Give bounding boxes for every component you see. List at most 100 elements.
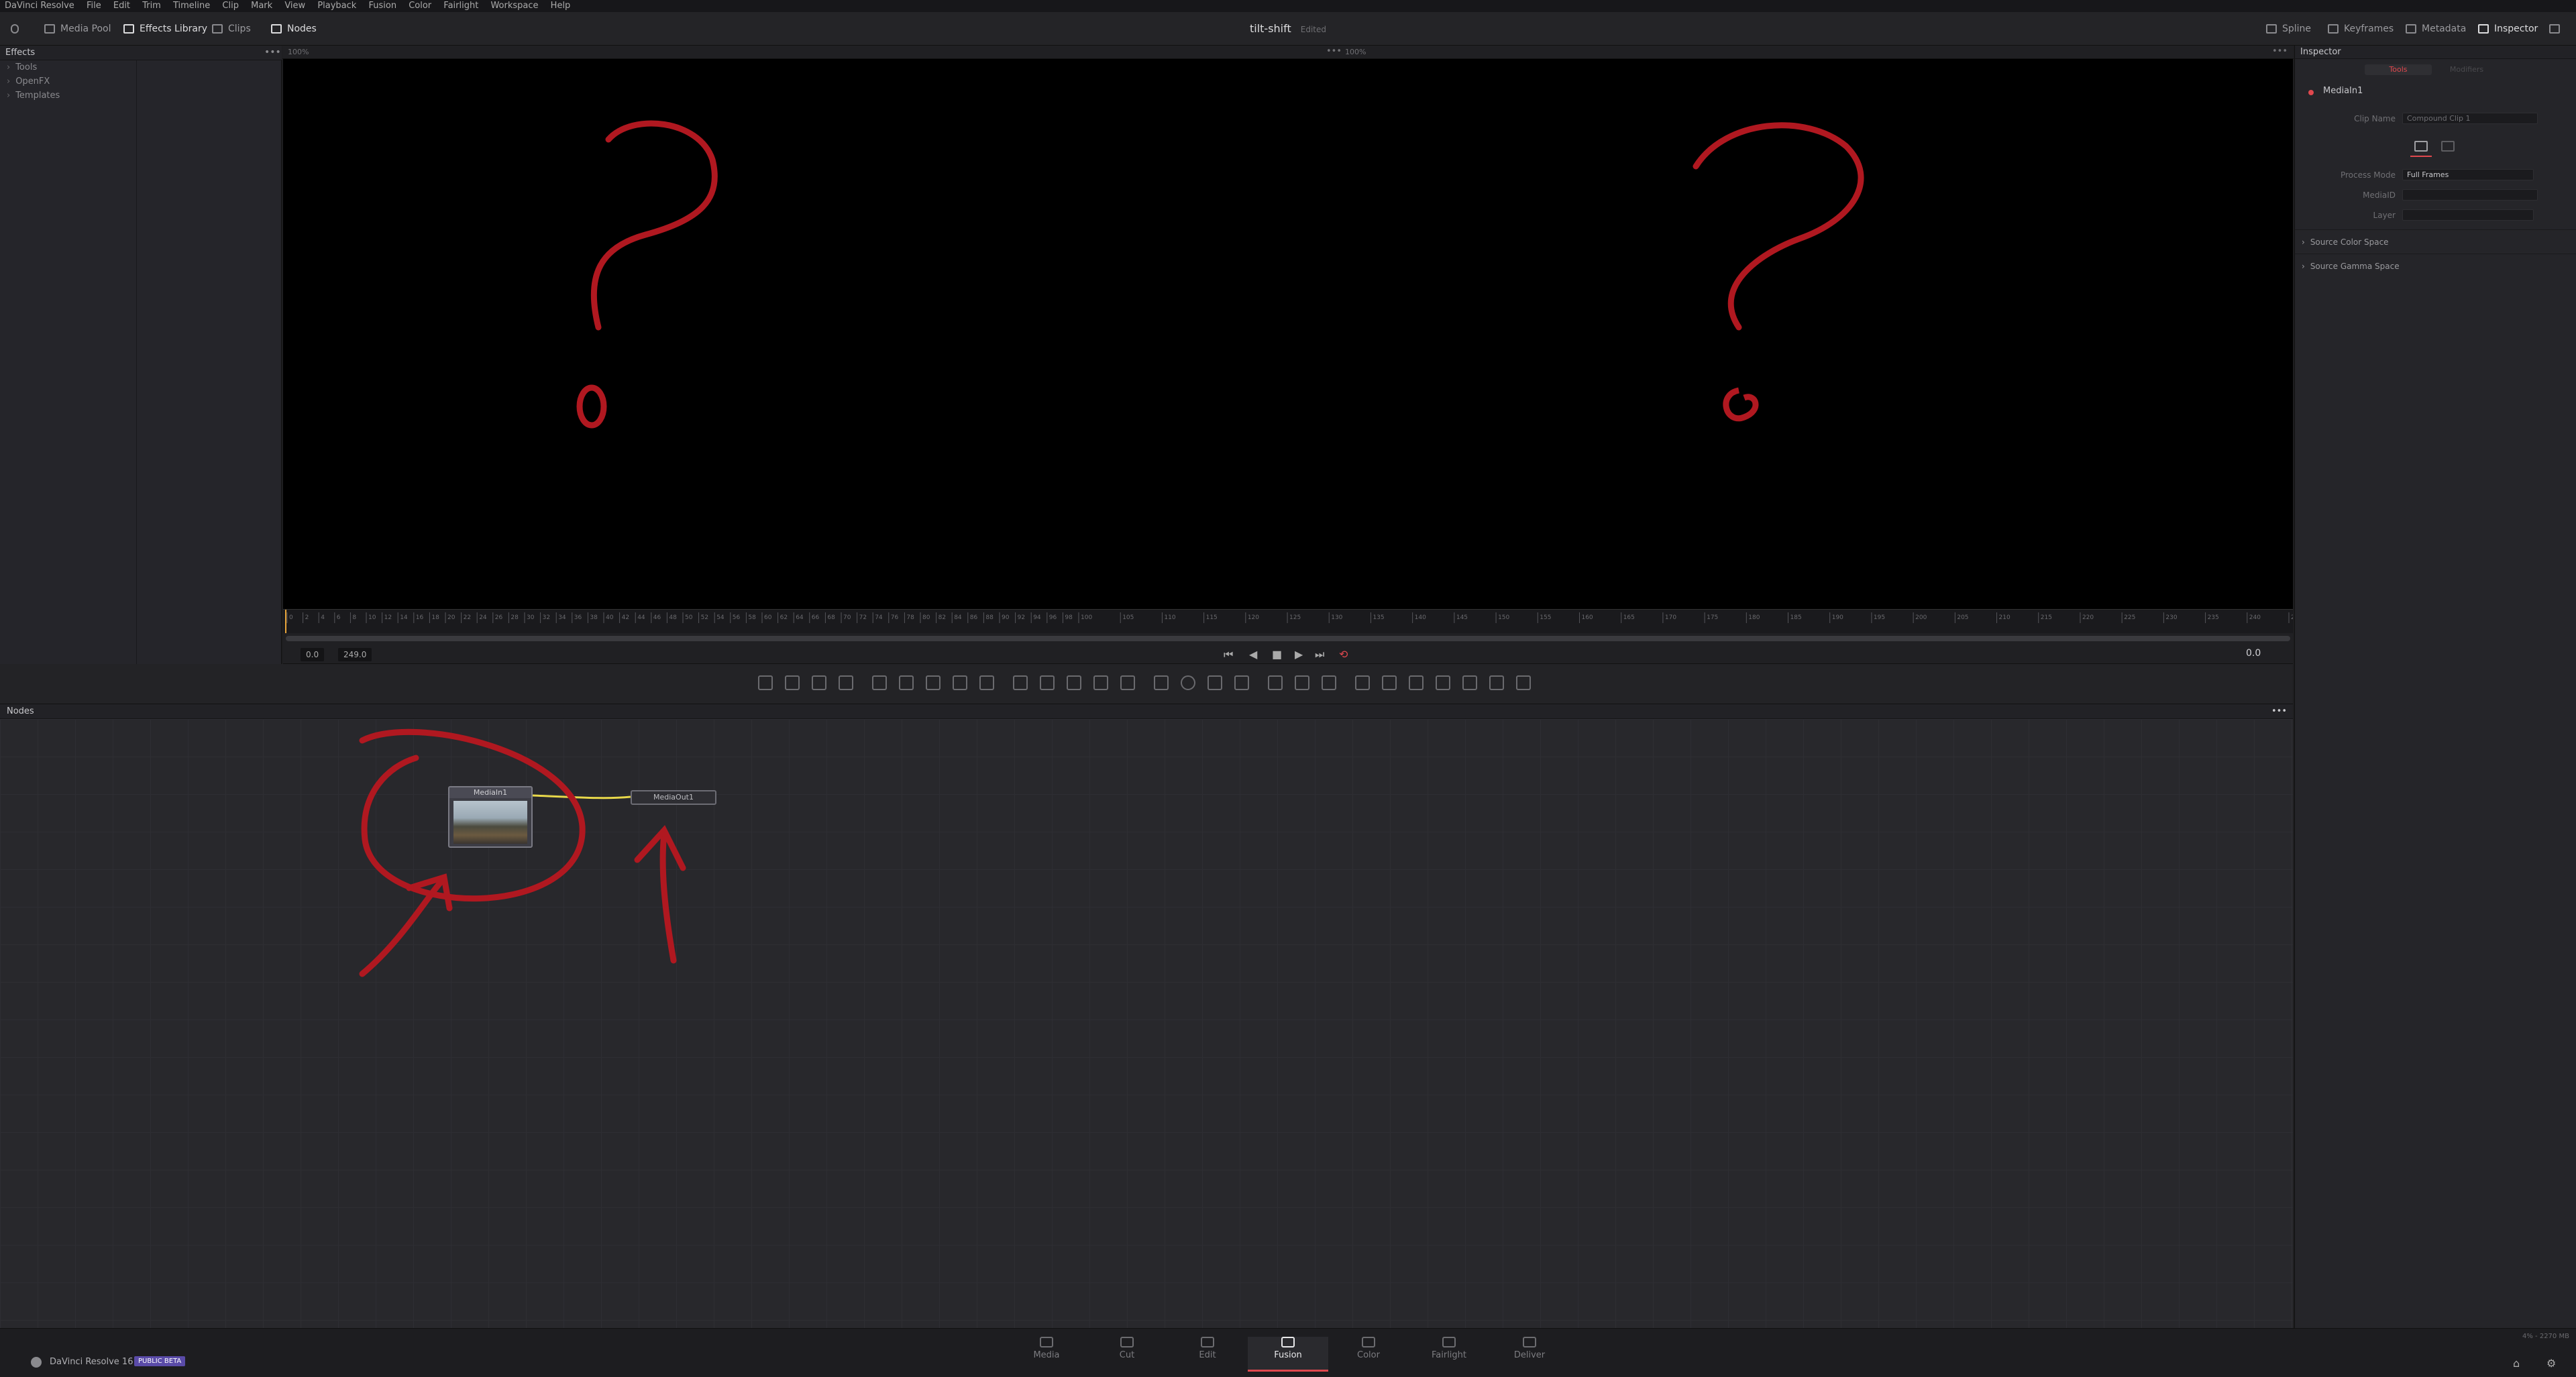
image-plane-3d-icon[interactable] [1462, 675, 1477, 690]
tree-item-templates[interactable]: › Templates [0, 89, 136, 103]
menu-trim[interactable]: Trim [138, 0, 166, 12]
page-deliver[interactable]: Deliver [1489, 1337, 1570, 1360]
zoom-left-select[interactable]: 100% [288, 48, 309, 56]
settings-gear-icon[interactable]: ⚙ [2546, 1357, 2556, 1370]
bspline-mask-icon[interactable] [1234, 675, 1249, 690]
page-fairlight[interactable]: Fairlight [1409, 1337, 1489, 1360]
shape-3d-icon[interactable] [1355, 675, 1370, 690]
loop-icon[interactable]: ⟲ [1339, 648, 1348, 661]
mediaid-field[interactable] [2402, 189, 2538, 201]
spline-button[interactable]: Spline [2266, 19, 2311, 39]
menu-timeline[interactable]: Timeline [168, 0, 215, 12]
media-in-node[interactable]: MediaIn1 [448, 786, 533, 848]
camera-3d-icon[interactable] [1409, 675, 1424, 690]
paint-tool-icon[interactable] [839, 675, 853, 690]
image-tab-icon[interactable] [2414, 141, 2428, 152]
text-3d-icon[interactable] [1322, 675, 1336, 690]
menu-clip[interactable]: Clip [217, 0, 244, 12]
go-to-end-icon[interactable]: ⏭ [1315, 648, 1324, 661]
resize-tool-icon[interactable] [1120, 675, 1135, 690]
current-time-field[interactable]: 0.0 [2246, 648, 2261, 659]
transform-tool-icon[interactable] [1093, 675, 1108, 690]
ruler-tick-label: 28 [511, 614, 519, 621]
spherical-camera-icon[interactable] [1489, 675, 1504, 690]
menu-workspace[interactable]: Workspace [486, 0, 543, 12]
effects-library-button[interactable]: Effects Library [123, 19, 207, 39]
ellipse-mask-icon[interactable] [1181, 675, 1195, 690]
menu-file[interactable]: File [82, 0, 106, 12]
go-to-start-icon[interactable]: ⏮ [1224, 648, 1233, 661]
channel-booleans-icon[interactable] [1040, 675, 1055, 690]
time-ruler[interactable]: 0 2 4 6 8 10 12 14 16 18 20 22 24 26 28 30 32 34 36 38 40 42 4… [283, 609, 2302, 634]
rectangle-mask-icon[interactable] [1154, 675, 1169, 690]
play-icon[interactable]: ▶ [1295, 648, 1303, 661]
scrub-bar[interactable] [286, 636, 2290, 641]
menu-mark[interactable]: Mark [246, 0, 277, 12]
nodes-button[interactable]: Nodes [271, 19, 317, 39]
polygon-mask-icon[interactable] [1208, 675, 1222, 690]
layer-select[interactable] [2402, 209, 2534, 221]
color-curves-icon[interactable] [899, 675, 914, 690]
menu-playback[interactable]: Playback [313, 0, 361, 12]
color-corrector-icon[interactable] [872, 675, 887, 690]
ruler-tick-label: 20 [447, 614, 455, 621]
menu-help[interactable]: Help [546, 0, 576, 12]
clips-button[interactable]: Clips [212, 19, 251, 39]
light-tool-icon[interactable] [1516, 675, 1531, 690]
menu-color[interactable]: Color [404, 0, 436, 12]
blur-tool-icon[interactable] [979, 675, 994, 690]
particle-render-icon[interactable] [1295, 675, 1309, 690]
tab-modifiers[interactable]: Modifiers [2433, 64, 2500, 75]
brightness-contrast-icon[interactable] [953, 675, 967, 690]
out-time-field[interactable]: 249.0 [338, 648, 372, 661]
play-reverse-icon[interactable]: ◀ [1249, 648, 1257, 661]
particle-emitter-icon[interactable] [1268, 675, 1283, 690]
clip-name-field[interactable]: Compound Clip 1 [2402, 113, 2538, 124]
fullscreen-button[interactable] [2549, 19, 2560, 39]
renderer-3d-icon[interactable] [1436, 675, 1450, 690]
undo-button[interactable] [11, 19, 19, 39]
image-tab-underline [2410, 156, 2432, 157]
page-edit[interactable]: Edit [1167, 1337, 1248, 1360]
viewer-left-options-icon[interactable]: ••• [1326, 46, 1342, 56]
menu-view[interactable]: View [280, 0, 310, 12]
fastnoise-tool-icon[interactable] [785, 675, 800, 690]
viewer[interactable] [283, 59, 2293, 609]
keyframes-button[interactable]: Keyframes [2328, 19, 2394, 39]
source-gamma-space-section[interactable]: › Source Gamma Space [2295, 254, 2576, 278]
page-cut[interactable]: Cut [1087, 1337, 1167, 1360]
tab-tools[interactable]: Tools [2365, 64, 2432, 75]
tree-item-tools[interactable]: › Tools [0, 60, 136, 74]
matte-control-icon[interactable] [1067, 675, 1081, 690]
metadata-button[interactable]: Metadata [2406, 19, 2466, 39]
in-time-field[interactable]: 0.0 [301, 648, 325, 661]
source-color-space-section[interactable]: › Source Color Space [2295, 229, 2576, 254]
node-enable-icon[interactable] [2308, 90, 2314, 95]
media-pool-button[interactable]: Media Pool [44, 19, 111, 39]
page-media[interactable]: Media [1006, 1337, 1087, 1360]
audio-tab-icon[interactable] [2441, 141, 2455, 152]
nodes-options-icon[interactable]: ••• [2271, 704, 2287, 719]
merge-tool-icon[interactable] [1013, 675, 1028, 690]
inspector-button[interactable]: Inspector [2478, 19, 2538, 39]
menu-edit[interactable]: Edit [109, 0, 135, 12]
menu-app[interactable]: DaVinci Resolve [0, 0, 79, 12]
process-mode-select[interactable]: Full Frames [2402, 169, 2534, 180]
effects-options-icon[interactable]: ••• [264, 47, 281, 58]
menu-fairlight[interactable]: Fairlight [439, 0, 483, 12]
hue-curves-icon[interactable] [926, 675, 941, 690]
text-tool-icon[interactable] [812, 675, 826, 690]
home-icon[interactable]: ⌂ [2513, 1357, 2520, 1370]
tree-item-openfx[interactable]: › OpenFX [0, 74, 136, 89]
page-fusion[interactable]: Fusion [1248, 1337, 1328, 1372]
viewer-right-options-icon[interactable]: ••• [2272, 46, 2288, 56]
node-editor[interactable]: MediaIn1 MediaOut1 [0, 719, 2293, 1328]
inspector-icon [2478, 24, 2489, 34]
background-tool-icon[interactable] [758, 675, 773, 690]
zoom-right-select[interactable]: 100% [1345, 48, 1366, 56]
media-out-node[interactable]: MediaOut1 [631, 790, 716, 805]
merge-3d-icon[interactable] [1382, 675, 1397, 690]
menu-fusion[interactable]: Fusion [364, 0, 401, 12]
page-color[interactable]: Color [1328, 1337, 1409, 1360]
stop-icon[interactable]: ■ [1272, 648, 1282, 661]
